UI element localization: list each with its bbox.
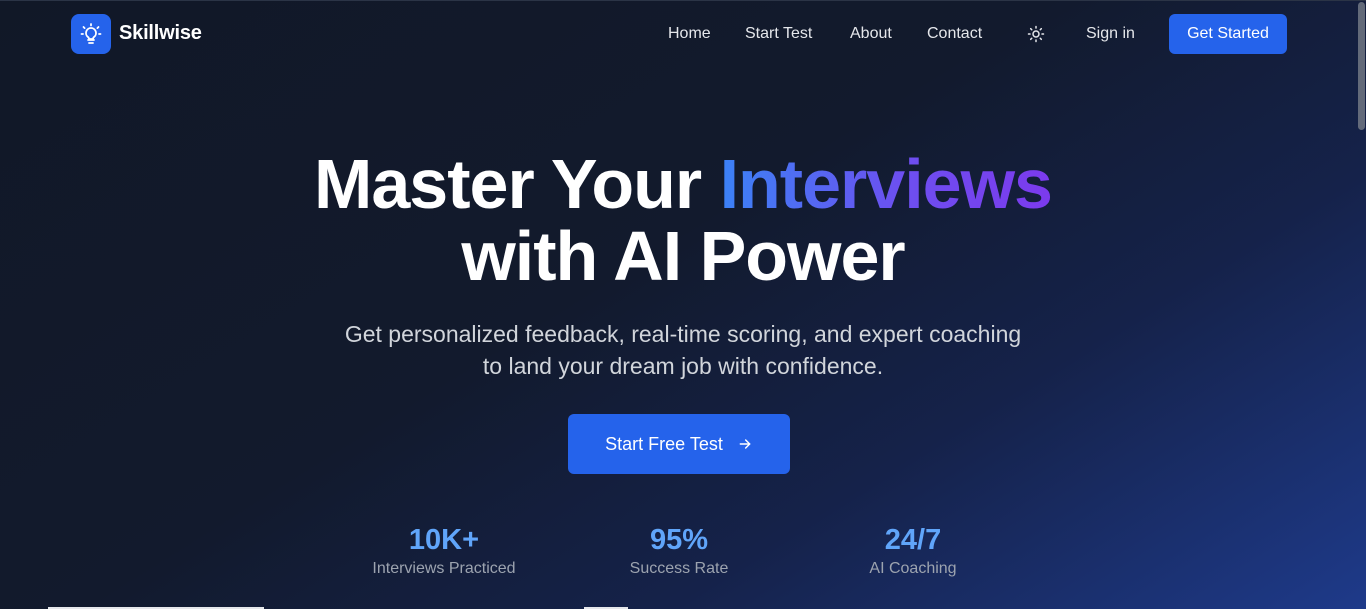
stat-ai-coaching: 24/7 AI Coaching [793, 522, 1033, 579]
top-navbar: Skillwise Home Start Test About Contact … [0, 0, 1366, 66]
nav-link-about[interactable]: About [850, 23, 892, 45]
brand-name: Skillwise [119, 22, 202, 44]
nav-link-home[interactable]: Home [668, 23, 711, 45]
get-started-button[interactable]: Get Started [1169, 14, 1287, 54]
arrow-right-icon [739, 439, 751, 449]
stat-value: 10K+ [408, 524, 480, 556]
stat-value: 95% [649, 524, 709, 556]
hero-title-part1: Master Your [314, 145, 702, 223]
page-scrollbar[interactable] [1357, 0, 1366, 609]
theme-toggle-button[interactable] [1024, 22, 1048, 46]
sign-in-link[interactable]: Sign in [1086, 23, 1135, 45]
stat-label: Success Rate [629, 560, 729, 577]
stat-success-rate: 95% Success Rate [559, 522, 799, 579]
stat-interviews-practiced: 10K+ Interviews Practiced [324, 522, 564, 579]
hero-title-line2: with AI Power [461, 217, 905, 295]
hero-subtitle: Get personalized feedback, real-time sco… [233, 318, 1133, 382]
start-free-test-label: Start Free Test [605, 433, 723, 454]
stat-label: AI Coaching [869, 560, 957, 577]
lightbulb-icon [71, 13, 111, 54]
stat-value: 24/7 [884, 524, 942, 556]
hero-subtitle-line2: to land your dream job with confidence. [482, 353, 884, 379]
nav-link-contact[interactable]: Contact [927, 23, 982, 45]
scrollbar-thumb[interactable] [1358, 2, 1365, 130]
hero-title-highlight: Interviews [719, 145, 1053, 223]
hero-subtitle-line1: Get personalized feedback, real-time sco… [344, 321, 1022, 347]
brand-logo-link[interactable]: Skillwise [71, 13, 202, 54]
sun-icon [1027, 25, 1045, 43]
stat-label: Interviews Practiced [372, 560, 516, 577]
hero-title: Master Your Interviews with AI Power [183, 148, 1183, 292]
nav-link-start-test[interactable]: Start Test [745, 23, 812, 45]
start-free-test-button[interactable]: Start Free Test [568, 414, 790, 474]
